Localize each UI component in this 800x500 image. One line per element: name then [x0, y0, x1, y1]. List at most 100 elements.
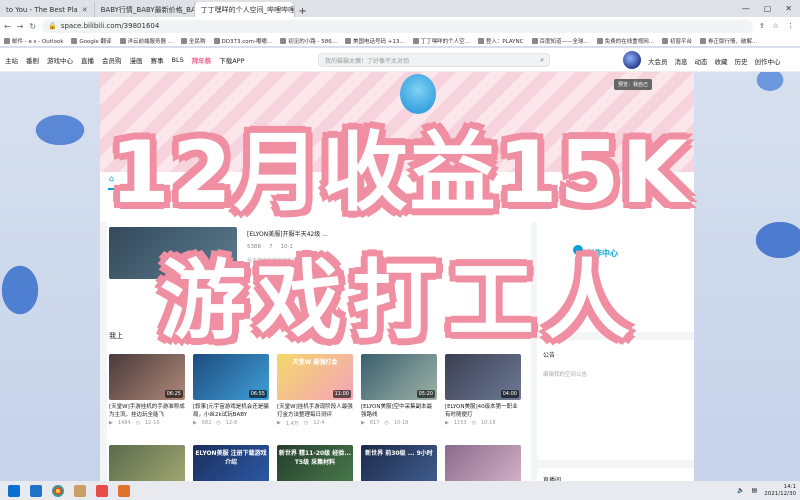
video-thumbnail[interactable]: 05:20	[361, 354, 437, 400]
bookmark-label: DD373.com-嘟嘟...	[221, 38, 273, 45]
video-meta: ▶ 682 ◷ 12-8	[193, 420, 269, 426]
right-nav-item[interactable]: 大会员	[648, 56, 668, 66]
bookmark-item[interactable]: 邮件 - e s - Outlook	[4, 37, 63, 45]
video-duration: 05:20	[416, 390, 435, 398]
nav-item[interactable]: BLS	[172, 56, 184, 64]
play-icon: ▶	[193, 420, 197, 426]
search-input[interactable]: 我的猫猫太懒！了好像不太对劲 ⌕	[318, 53, 550, 67]
maximize-icon[interactable]: ▢	[764, 4, 772, 13]
new-tab-button[interactable]: +	[295, 6, 311, 17]
chrome-icon[interactable]	[52, 484, 64, 497]
video-card[interactable]: 05:20 [ELYON美服]空中采集副本最强路线 ▶ 817 ◷ 10-18	[361, 354, 437, 427]
video-card[interactable]: 天堂W 最强打金 11:00 [天堂W]挂机手游现阶段人最强打金方法整理每日测评 ▶ 1…	[277, 354, 353, 427]
video-meta: ▶ 1153 ◷ 10-18	[445, 420, 521, 426]
video-title[interactable]: [ELYON美服]40级本第一职业有时随便打	[445, 403, 521, 419]
close-window-icon[interactable]: ✕	[785, 4, 792, 13]
app-icon[interactable]	[96, 484, 108, 497]
video-card[interactable]: ELYON美服 注册下载游戏介绍	[193, 445, 269, 485]
windows-start-icon[interactable]	[8, 484, 20, 497]
bookmark-label: Google 翻译	[79, 38, 112, 45]
video-thumbnail[interactable]: 新世界 精11-20级 经验... T5级 采集材料	[277, 445, 353, 485]
nav-item[interactable]: 主站	[5, 55, 18, 65]
search-icon[interactable]: ⌕	[540, 56, 544, 65]
bookmark-item[interactable]: Google 翻译	[71, 37, 112, 45]
view-count: 5388	[247, 244, 261, 250]
browser-tab[interactable]: to You - The Best Pla ✕	[0, 2, 95, 17]
right-nav-item[interactable]: 创作中心	[755, 56, 781, 66]
bookmark-item[interactable]: 百度知道——全球...	[531, 37, 589, 45]
bookmark-item[interactable]: 登入：PLAYNC	[477, 37, 524, 45]
nav-item[interactable]: 下载APP	[219, 55, 244, 65]
minimize-icon[interactable]: —	[742, 4, 750, 13]
star-icon[interactable]: ☆	[773, 22, 779, 30]
share-icon[interactable]: ⇪	[759, 22, 765, 30]
right-nav-item[interactable]: 收藏	[715, 56, 728, 66]
right-nav-item[interactable]: 消息	[675, 56, 688, 66]
nav-item[interactable]: 拜年祭	[192, 55, 212, 65]
nav-item[interactable]: 游戏中心	[47, 55, 73, 65]
app-icon[interactable]	[118, 484, 130, 497]
nav-item[interactable]: 漫画	[130, 55, 143, 65]
video-title[interactable]: [ELYON美服]空中采集副本最强路线	[361, 403, 437, 419]
video-card[interactable]: 新世界 前30级 ... 9小时	[361, 445, 437, 485]
clock[interactable]: 14:1 2021/12/30	[764, 484, 796, 498]
back-icon[interactable]: ←	[4, 22, 11, 31]
video-title[interactable]: [天堂W]挂机手游现阶段人最强打金方法整理每日测评	[277, 403, 353, 419]
notice-text[interactable]: 编辑我的空间公告	[543, 370, 587, 378]
video-thumbnail[interactable]: 新世界 前30级 ... 9小时	[361, 445, 437, 485]
video-thumbnail[interactable]	[109, 445, 185, 485]
nav-item[interactable]: 赛事	[151, 55, 164, 65]
video-card[interactable]	[445, 445, 521, 485]
nav-item[interactable]: 番剧	[26, 55, 39, 65]
browser-tab[interactable]: BABY行情_BABY最新价格_BAB✕	[95, 2, 195, 17]
video-title[interactable]: [叙事]元宇宙游戏是机会还是骗局，小丝2k试玩BABY	[193, 403, 269, 419]
video-title[interactable]: [天堂W]手游挂机的手游准称成为主流，挂边玩全能飞	[109, 403, 185, 419]
thumbnail-text: ELYON美服 注册下载游戏介绍	[195, 450, 267, 466]
bookmark-label: 百度知道——全球...	[539, 38, 589, 45]
home-icon[interactable]: ⌂	[109, 174, 114, 183]
video-card[interactable]	[109, 445, 185, 485]
bookmark-item[interactable]: 券正版行情、破解...	[700, 37, 757, 45]
bookmark-item[interactable]: 洋云前端服务器 ...	[119, 37, 173, 45]
featured-thumbnail[interactable]	[109, 227, 237, 279]
video-thumbnail[interactable]: ELYON美服 注册下载游戏介绍	[193, 445, 269, 485]
menu-icon[interactable]: ⋮	[787, 22, 794, 30]
video-card[interactable]: 06:55 [叙事]元宇宙游戏是机会还是骗局，小丝2k试玩BABY ▶ 682 ◷ 12-…	[193, 354, 269, 427]
forward-icon[interactable]: →	[17, 22, 24, 31]
featured-title[interactable]: [ELYON美服]开服半天42级 ...	[247, 229, 328, 238]
close-icon[interactable]: ✕	[82, 6, 88, 14]
bookmark-item[interactable]: 免费的在线重视网...	[596, 37, 654, 45]
video-thumbnail[interactable]: 天堂W 最强打金 11:00	[277, 354, 353, 400]
preview-badge[interactable]: 预览：我自己	[614, 79, 653, 90]
right-nav-item[interactable]: 动态	[695, 56, 708, 66]
view-count: 817	[369, 420, 380, 426]
url-field[interactable]: 🔒 space.bilibili.com/39801604	[42, 19, 753, 33]
video-card[interactable]: 新世界 精11-20级 经验... T5级 采集材料	[277, 445, 353, 485]
reload-icon[interactable]: ↻	[29, 22, 36, 31]
bookmark-item[interactable]: DD373.com-嘟嘟...	[213, 37, 273, 45]
featured-meta: 5388 7 10-1	[247, 244, 293, 250]
network-icon[interactable]: ▤	[752, 487, 758, 494]
browser-tab-active[interactable]: 丁丁嘿咩的个人空间_哔哩哔哩_b✕	[194, 2, 295, 17]
bookmark-icon	[700, 38, 707, 44]
video-thumbnail[interactable]: 06:25	[109, 354, 185, 400]
video-thumbnail[interactable]: 04:00	[445, 354, 521, 400]
nav-item[interactable]: 直播	[81, 55, 94, 65]
bookmark-item[interactable]: 初窗平台	[662, 37, 692, 45]
nav-item[interactable]: 会员购	[102, 55, 122, 65]
app-icon[interactable]	[74, 484, 86, 497]
explorer-icon[interactable]	[30, 484, 42, 497]
avatar[interactable]	[622, 50, 642, 70]
bookmark-item[interactable]: 丁丁嘿咩的个人空...	[412, 37, 470, 45]
right-nav-item[interactable]: 历史	[735, 56, 748, 66]
create-center-link[interactable]: 创作中心	[586, 248, 618, 259]
bookmark-item[interactable]: 全民购	[181, 37, 206, 45]
video-thumbnail[interactable]	[445, 445, 521, 485]
video-card[interactable]: 06:25 [天堂W]手游挂机的手游准称成为主流，挂边玩全能飞 ▶ 1484 ◷ 12-1…	[109, 354, 185, 427]
video-card[interactable]: 04:00 [ELYON美服]40级本第一职业有时随便打 ▶ 1153 ◷ 10-18	[445, 354, 521, 427]
video-meta: ▶ 1484 ◷ 12-10	[109, 420, 185, 426]
video-thumbnail[interactable]: 06:55	[193, 354, 269, 400]
speaker-icon[interactable]: 🔈	[737, 487, 744, 494]
bookmark-item[interactable]: 初见的小路 - 586...	[280, 37, 337, 45]
bookmark-item[interactable]: 美国电话号码 +13...	[344, 37, 405, 45]
